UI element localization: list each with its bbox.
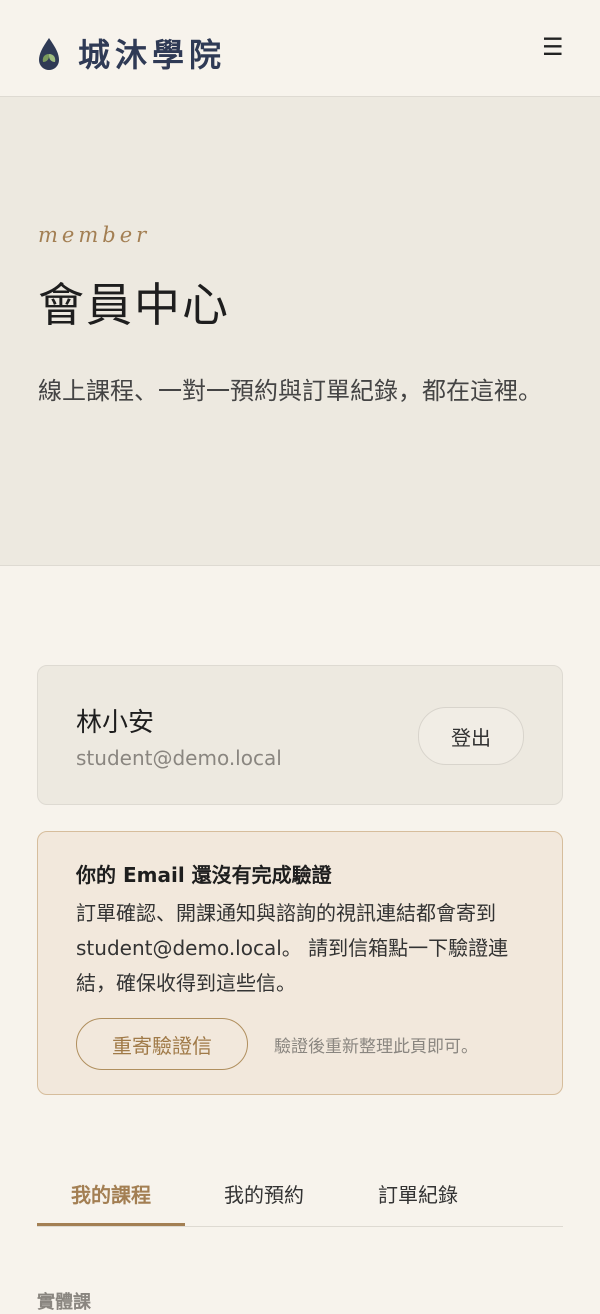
verify-note: 驗證後重新整理此頁即可。: [274, 1037, 478, 1057]
hero-section: member 會員中心 線上課程、一對一預約與訂單紀錄，都在這裡。: [0, 97, 600, 566]
hamburger-icon[interactable]: ☰: [542, 34, 564, 60]
brand-logo[interactable]: 城沐學院: [36, 30, 226, 76]
tab-order-history[interactable]: 訂單紀錄: [351, 1162, 485, 1226]
email-verification-notice: 你的 Email 還沒有完成驗證 訂單確認、開課通知與諮詢的視訊連結都會寄到 s…: [37, 831, 563, 1095]
page-title: 會員中心: [38, 278, 230, 332]
site-header: 城沐學院 ☰: [0, 0, 600, 97]
brand-name: 城沐學院: [78, 36, 227, 74]
logout-button[interactable]: 登出: [418, 707, 524, 765]
tab-my-courses[interactable]: 我的課程: [37, 1162, 185, 1226]
hero-eyebrow: member: [38, 223, 151, 247]
hero-description: 線上課程、一對一預約與訂單紀錄，都在這裡。: [38, 377, 542, 405]
section-label: 實體課: [37, 1292, 91, 1313]
member-tabs: 我的課程 我的預約 訂單紀錄: [37, 1162, 563, 1227]
profile-card: 林小安 student@demo.local 登出: [37, 665, 563, 805]
profile-name: 林小安: [76, 708, 155, 738]
resend-verification-button[interactable]: 重寄驗證信: [76, 1018, 248, 1070]
verify-body: 訂單確認、開課通知與諮詢的視訊連結都會寄到 student@demo.local…: [76, 901, 509, 995]
logo-leaf-icon: [39, 38, 59, 70]
tab-my-bookings[interactable]: 我的預約: [197, 1162, 331, 1226]
profile-email: student@demo.local: [76, 746, 282, 770]
verify-title: 你的 Email 還沒有完成驗證: [76, 863, 332, 887]
